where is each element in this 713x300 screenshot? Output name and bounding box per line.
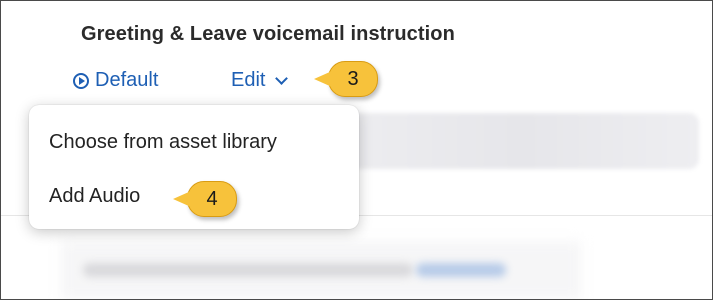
menu-item-add-audio[interactable]: Add Audio bbox=[49, 185, 140, 208]
step-callout-3: 3 bbox=[314, 61, 378, 97]
default-label: Default bbox=[95, 69, 159, 91]
default-greeting-button[interactable]: Default bbox=[73, 69, 158, 92]
menu-item-choose-from-asset-library[interactable]: Choose from asset library bbox=[49, 131, 277, 154]
step-callout-4: 4 bbox=[173, 181, 237, 217]
edit-dropdown-button[interactable]: Edit bbox=[231, 69, 289, 92]
play-circle-icon bbox=[73, 72, 89, 89]
blurred-text-row bbox=[83, 263, 413, 277]
screenshot-frame: Greeting & Leave voicemail instruction D… bbox=[0, 0, 713, 300]
chevron-down-icon bbox=[275, 71, 289, 85]
section-title: Greeting & Leave voicemail instruction bbox=[81, 23, 455, 45]
edit-label: Edit bbox=[231, 69, 266, 91]
blurred-link-row bbox=[416, 263, 506, 277]
